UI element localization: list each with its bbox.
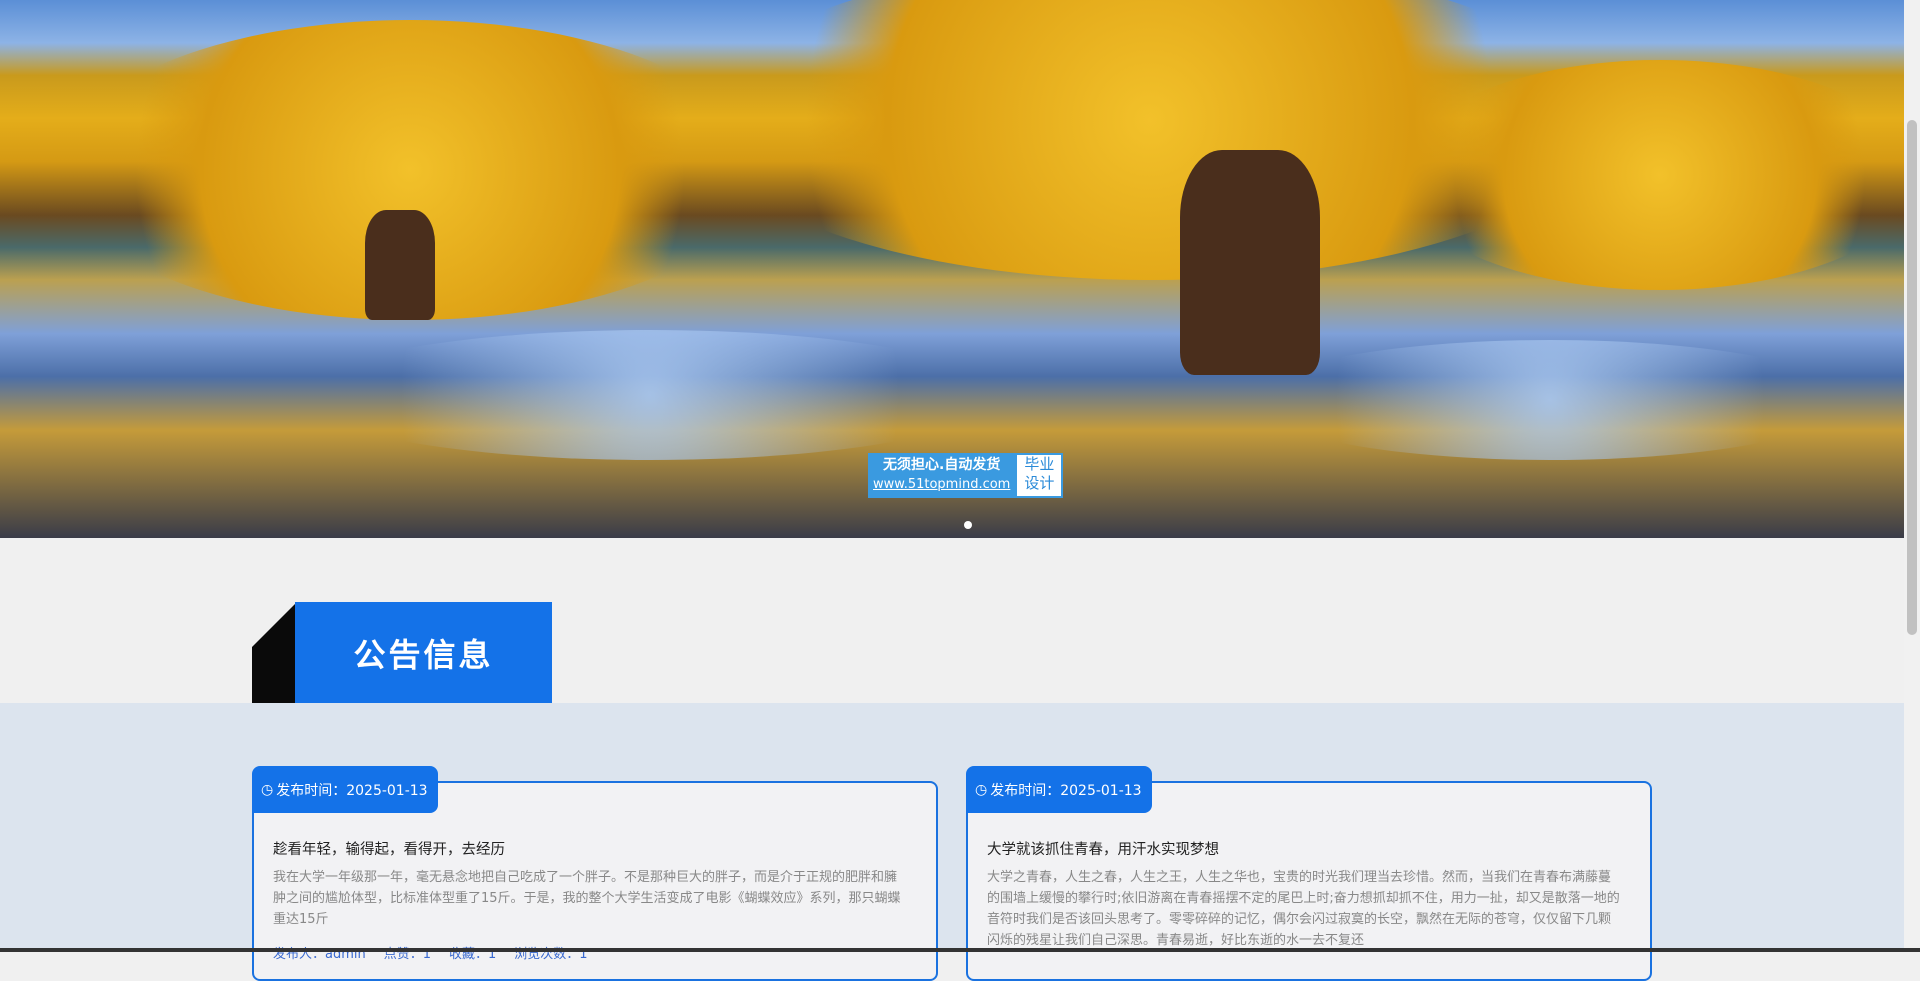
carousel-indicator[interactable]: [964, 521, 972, 529]
date-label: 发布时间：2025-01-13: [276, 780, 427, 800]
clock-icon: ◷: [975, 782, 987, 798]
date-label: 发布时间：2025-01-13: [990, 780, 1141, 800]
vertical-scrollbar[interactable]: [1904, 0, 1920, 952]
notice-title[interactable]: 趁看年轻，输得起，看得开，去经历: [273, 838, 505, 859]
section-title-text: 公告信息: [295, 602, 552, 703]
hero-carousel[interactable]: 无须担心.自动发货www.51topmind.com 毕业设计: [0, 0, 1904, 538]
watermark-logo: 无须担心.自动发货www.51topmind.com 毕业设计: [868, 453, 1063, 498]
watermark-url: www.51topmind.com: [873, 475, 1010, 494]
watermark-text: 无须担心.自动发货: [873, 456, 1010, 475]
date-tag: ◷发布时间：2025-01-13: [252, 766, 438, 813]
watermark-badge-1: 毕业: [1017, 455, 1061, 474]
likes: 点赞：1: [384, 943, 431, 962]
bottom-edge: [0, 948, 1920, 952]
clock-icon: ◷: [261, 782, 273, 798]
views: 浏览次数：1: [514, 943, 587, 962]
notice-meta: 发布人：admin 点赞：1 收藏：1 浏览次数：1: [273, 943, 588, 962]
date-tag: ◷发布时间：2025-01-13: [966, 766, 1152, 813]
title-decoration: [252, 602, 297, 703]
notice-summary: 大学之青春，人生之春，人生之王，人生之华也，宝贵的时光我们理当去珍惜。然而，当我…: [987, 867, 1622, 951]
section-title: 公告信息: [252, 602, 552, 703]
author: 发布人：admin: [273, 943, 366, 962]
watermark-badge-2: 设计: [1017, 474, 1061, 493]
favorites: 收藏：1: [449, 943, 496, 962]
notice-title[interactable]: 大学就该抓住青春，用汗水实现梦想: [987, 838, 1219, 859]
notice-summary: 我在大学一年级那一年，毫无悬念地把自己吃成了一个胖子。不是那种巨大的胖子，而是介…: [273, 867, 908, 930]
scrollbar-thumb[interactable]: [1907, 120, 1917, 635]
